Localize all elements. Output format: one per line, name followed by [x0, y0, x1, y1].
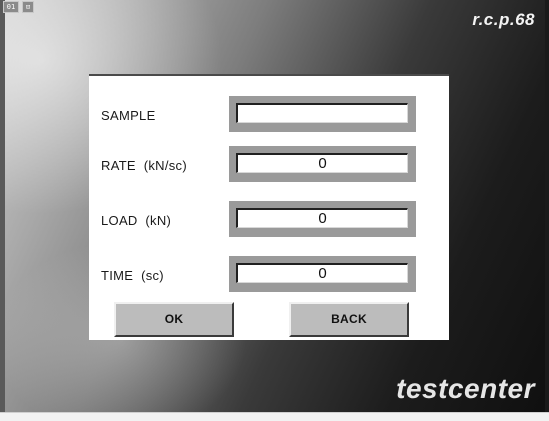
load-input[interactable]: 0	[236, 208, 408, 228]
model-label: r.c.p.68	[472, 10, 535, 29]
ok-button[interactable]: OK	[114, 302, 234, 337]
rate-input[interactable]: 0	[236, 153, 408, 173]
time-label: TIME (sc)	[101, 268, 164, 283]
sample-input[interactable]	[236, 103, 408, 123]
brand-logo-text: testcenter	[396, 373, 535, 404]
time-input[interactable]: 0	[236, 263, 408, 283]
rate-field-frame: 0	[229, 146, 416, 182]
sample-field-frame	[229, 96, 416, 132]
left-edge-strip	[0, 0, 5, 421]
sample-label: SAMPLE	[101, 108, 156, 123]
field-row-rate: RATE (kN/sc) 0	[89, 146, 449, 184]
rate-label: RATE (kN/sc)	[101, 158, 187, 173]
bottom-status-strip	[0, 412, 549, 421]
time-field-frame: 0	[229, 256, 416, 292]
right-edge-strip	[545, 0, 549, 421]
system-window-icon: ⊡	[22, 1, 34, 13]
system-counter-box: 01	[3, 1, 19, 13]
back-button[interactable]: BACK	[289, 302, 409, 337]
field-row-sample: SAMPLE	[89, 96, 449, 134]
load-label: LOAD (kN)	[101, 213, 172, 228]
field-row-load: LOAD (kN) 0	[89, 201, 449, 239]
load-field-frame: 0	[229, 201, 416, 237]
test-parameters-dialog: SAMPLE RATE (kN/sc) 0 LOAD (kN) 0 TIME (…	[89, 74, 449, 340]
field-row-time: TIME (sc) 0	[89, 256, 449, 294]
